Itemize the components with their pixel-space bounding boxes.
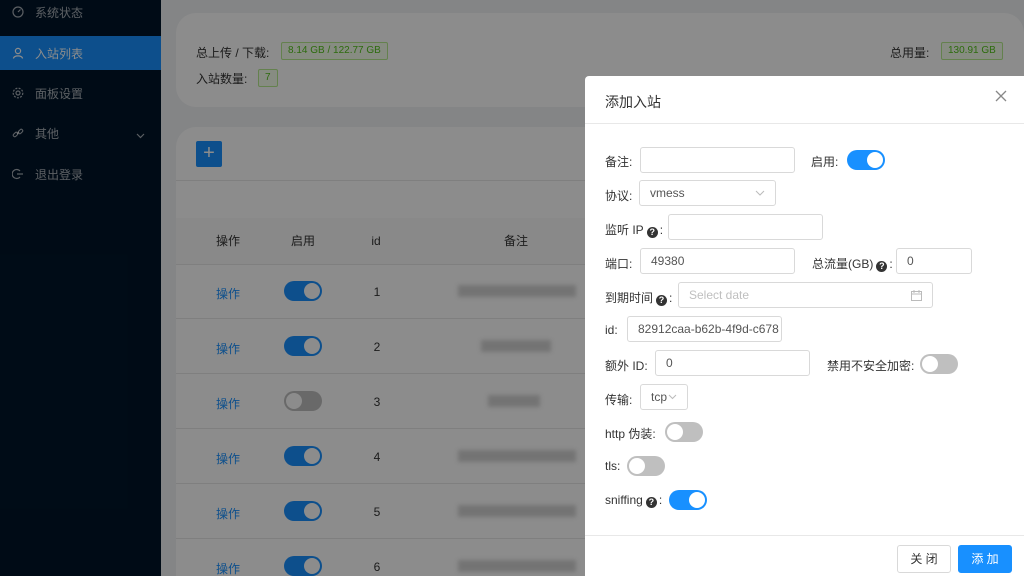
question-icon[interactable]: ? bbox=[645, 497, 657, 508]
remark-label: 备注: bbox=[605, 155, 633, 169]
modal-footer-divider bbox=[585, 535, 1024, 536]
question-icon[interactable]: ? bbox=[656, 295, 668, 306]
total-flow-input[interactable]: 0 bbox=[896, 248, 972, 274]
disable-insecure-switch[interactable] bbox=[920, 354, 958, 374]
transport-label: 传输: bbox=[605, 393, 633, 407]
protocol-select-value: vmess bbox=[650, 186, 685, 200]
switch-knob bbox=[667, 424, 683, 440]
sniffing-label: sniffing?: bbox=[605, 493, 663, 508]
total-flow-label-text: 总流量(GB) bbox=[812, 257, 874, 271]
switch-knob bbox=[867, 152, 883, 168]
tls-label: tls: bbox=[605, 459, 621, 473]
expiry-label-text: 到期时间 bbox=[605, 291, 654, 305]
alter-id-input[interactable]: 0 bbox=[655, 350, 810, 376]
port-label: 端口: bbox=[605, 257, 633, 271]
switch-knob bbox=[689, 492, 705, 508]
sniffing-label-text: sniffing bbox=[605, 493, 643, 507]
close-icon[interactable] bbox=[993, 90, 1009, 106]
add-button[interactable]: 添 加 bbox=[958, 545, 1012, 573]
id-label: id: bbox=[605, 323, 618, 337]
modal-title: 添加入站 bbox=[605, 94, 661, 110]
enable-switch[interactable] bbox=[847, 150, 885, 170]
question-icon[interactable]: ? bbox=[876, 261, 888, 272]
switch-knob bbox=[922, 356, 938, 372]
total-flow-label: 总流量(GB)?: bbox=[812, 257, 893, 272]
transport-select-value: tcp bbox=[651, 390, 668, 404]
port-input[interactable]: 49380 bbox=[640, 248, 795, 274]
chevron-down-icon bbox=[755, 188, 765, 198]
modal-header-divider bbox=[585, 123, 1024, 124]
chevron-down-icon bbox=[668, 392, 677, 402]
protocol-label: 协议: bbox=[605, 189, 633, 203]
calendar-icon bbox=[911, 290, 922, 304]
add-inbound-modal: 添加入站 备注: 启用: 协议: vmess 监听 IP?: 端口: 49380… bbox=[585, 76, 1024, 576]
switch-knob bbox=[629, 458, 645, 474]
expiry-date-picker[interactable]: Select date bbox=[678, 282, 933, 308]
close-button[interactable]: 关 闭 bbox=[897, 545, 951, 573]
tls-switch[interactable] bbox=[627, 456, 665, 476]
http-camouflage-label: http 伪装: bbox=[605, 427, 656, 441]
listen-ip-label: 监听 IP?: bbox=[605, 223, 664, 238]
alter-id-label: 额外 ID: bbox=[605, 359, 648, 373]
http-camouflage-switch[interactable] bbox=[665, 422, 703, 442]
expiry-label: 到期时间?: bbox=[605, 291, 673, 306]
enable-label: 启用: bbox=[811, 155, 839, 169]
remark-input[interactable] bbox=[640, 147, 795, 173]
listen-ip-label-text: 监听 IP bbox=[605, 223, 644, 237]
sniffing-switch[interactable] bbox=[669, 490, 707, 510]
listen-ip-input[interactable] bbox=[668, 214, 823, 240]
id-input[interactable]: 82912caa-b62b-4f9d-c678 bbox=[627, 316, 782, 342]
disable-insecure-label: 禁用不安全加密: bbox=[827, 359, 915, 373]
question-icon[interactable]: ? bbox=[646, 227, 658, 238]
transport-select[interactable]: tcp bbox=[640, 384, 688, 410]
